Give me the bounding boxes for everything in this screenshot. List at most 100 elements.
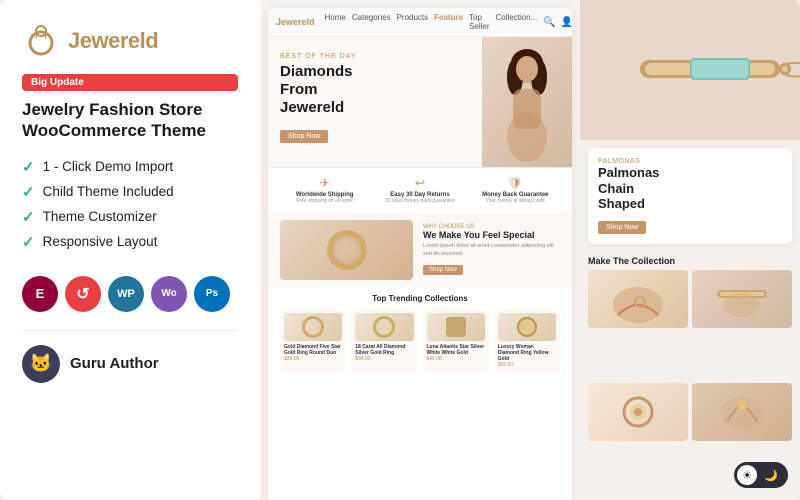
trend-item: 18 Carat All Diamond Silver Gold Ring $3… [351, 309, 417, 372]
user-icon[interactable]: 👤 [561, 17, 572, 28]
collection-title: We Make You Feel Special [423, 230, 556, 240]
right-collection-title: Make The Collection [588, 256, 792, 266]
moon-icon: 🌙 [764, 469, 778, 482]
left-panel: Jewereld Big Update Jewelry Fashion Stor… [0, 0, 260, 500]
trend-price: $34.00 [355, 356, 413, 362]
sun-icon: ☀ [742, 469, 752, 482]
elementor-badge: E [22, 276, 58, 312]
nav-collection[interactable]: Collection... [496, 13, 538, 31]
trend-name: Gold Diamond Five Star Gold Ring Round D… [284, 344, 342, 356]
logo-icon [22, 22, 60, 60]
search-icon[interactable]: 🔍 [543, 17, 555, 28]
collection-cta-button[interactable]: Shop Now [423, 265, 463, 275]
nav-products[interactable]: Products [397, 13, 429, 31]
mockup-trending: Top Trending Collections Gold Diamond Fi… [268, 288, 572, 380]
feat-guarantee: 🛡 Money Back Guarantee Your money is alw… [471, 176, 560, 204]
light-mode-option[interactable]: ☀ [737, 465, 757, 485]
feat-returns: ↩ Easy 30 Day Returns 30 days money back… [375, 176, 464, 204]
collection-text: Why Choose Us We Make You Feel Special L… [419, 220, 560, 280]
trend-price: $45.00 [427, 356, 485, 362]
trend-image [284, 313, 342, 341]
photoshop-badge: Ps [194, 276, 230, 312]
trend-image [355, 313, 413, 341]
trend-name: Luna Atlantis Star Silver White White Go… [427, 344, 485, 356]
trend-image [498, 313, 556, 341]
trending-title: Top Trending Collections [280, 294, 560, 303]
browser-icons: 🔍 👤 🛒 [543, 17, 572, 28]
divider [22, 330, 238, 331]
nav-feature[interactable]: Feature [434, 13, 463, 31]
feature-label: 1 - Click Demo Import [43, 159, 174, 174]
trend-price: $55.00 [498, 362, 556, 368]
feature-item: ✓ 1 - Click Demo Import [22, 158, 238, 176]
hero-image [482, 37, 572, 167]
author-icon: 🐱 [22, 345, 60, 383]
revolution-badge: ↺ [65, 276, 101, 312]
hero-text-area: Best Of The Day Diamonds From Jewereld S… [268, 37, 482, 167]
feature-label: Responsive Layout [43, 234, 158, 249]
logo-text: Jewereld [68, 28, 158, 54]
browser-nav: Home Categories Products Feature Top Sel… [325, 13, 538, 31]
feat-desc: Your money is always safe [471, 198, 560, 204]
nav-home[interactable]: Home [325, 13, 346, 31]
check-icon: ✓ [22, 208, 35, 226]
feature-item: ✓ Responsive Layout [22, 233, 238, 251]
trend-name: Luxury Woman Diamond Ring Yellow Gold [498, 344, 556, 362]
ring-visual [327, 230, 367, 270]
tech-icons: E ↺ WP Wo Ps [22, 276, 238, 312]
grid-item-3 [588, 383, 688, 441]
collection-image [280, 220, 413, 280]
shipping-icon: ✈ [280, 176, 369, 190]
theme-title: Jewelry Fashion Store WooCommerce Theme [22, 99, 238, 142]
wordpress-badge: WP [108, 276, 144, 312]
hero-small-label: Best Of The Day [280, 53, 470, 60]
author-area: 🐱 Guru Author [22, 345, 238, 383]
browser-brand: Jewereld [276, 17, 315, 27]
feat-desc: Free shipping on all order [280, 198, 369, 204]
feature-item: ✓ Theme Customizer [22, 208, 238, 226]
mockup-collection: Why Choose Us We Make You Feel Special L… [268, 212, 572, 288]
author-label: Guru Author [70, 355, 159, 372]
trending-grid: Gold Diamond Five Star Gold Ring Round D… [280, 309, 560, 372]
logo-area: Jewereld [22, 22, 238, 60]
guarantee-icon: 🛡 [471, 176, 560, 190]
big-update-badge: Big Update [22, 74, 238, 91]
feature-label: Child Theme Included [43, 184, 174, 199]
check-icon: ✓ [22, 233, 35, 251]
right-card-button[interactable]: Shop Now [598, 221, 646, 234]
mockup-hero: Best Of The Day Diamonds From Jewereld S… [268, 37, 572, 167]
center-panel: Jewereld Home Categories Products Featur… [260, 0, 580, 500]
main-container: Jewereld Big Update Jewelry Fashion Stor… [0, 0, 800, 500]
features-list: ✓ 1 - Click Demo Import ✓ Child Theme In… [22, 158, 238, 258]
dark-mode-toggle[interactable]: ☀ 🌙 [734, 462, 788, 488]
right-card-label: Palmonas [598, 158, 782, 165]
woocommerce-badge: Wo [151, 276, 187, 312]
nav-categories[interactable]: Categories [352, 13, 391, 31]
check-icon: ✓ [22, 158, 35, 176]
trend-item: Luna Atlantis Star Silver White White Go… [423, 309, 489, 372]
mockup-features: ✈ Worldwide Shipping Free shipping on al… [268, 167, 572, 212]
grid-item-2 [692, 270, 792, 328]
nav-topseller[interactable]: Top Seller [469, 13, 489, 31]
right-top-image [580, 0, 800, 140]
palmonas-card: Palmonas Palmonas Chain Shaped Shop Now [588, 148, 792, 244]
mockup-browser: Jewereld Home Categories Products Featur… [268, 8, 572, 500]
grid-item-1 [588, 270, 688, 328]
feature-item: ✓ Child Theme Included [22, 183, 238, 201]
hero-woman-svg [487, 47, 567, 167]
right-card-title: Palmonas Chain Shaped [598, 165, 782, 212]
check-icon: ✓ [22, 183, 35, 201]
right-panel: Palmonas Palmonas Chain Shaped Shop Now … [580, 0, 800, 500]
hero-title: Diamonds From Jewereld [280, 63, 470, 117]
collection-desc: Lorem ipsum dolor sit amet consectetur a… [423, 243, 556, 258]
trend-image [427, 313, 485, 341]
trend-price: $29.00 [284, 356, 342, 362]
hero-cta-button[interactable]: Shop Now [280, 130, 328, 143]
returns-icon: ↩ [375, 176, 464, 190]
trend-name: 18 Carat All Diamond Silver Gold Ring [355, 344, 413, 356]
feat-desc: 30 days money back guarantee [375, 198, 464, 204]
feature-label: Theme Customizer [43, 209, 157, 224]
browser-bar: Jewereld Home Categories Products Featur… [268, 8, 572, 37]
bracelet-svg [630, 30, 800, 110]
dark-mode-option[interactable]: 🌙 [761, 465, 781, 485]
